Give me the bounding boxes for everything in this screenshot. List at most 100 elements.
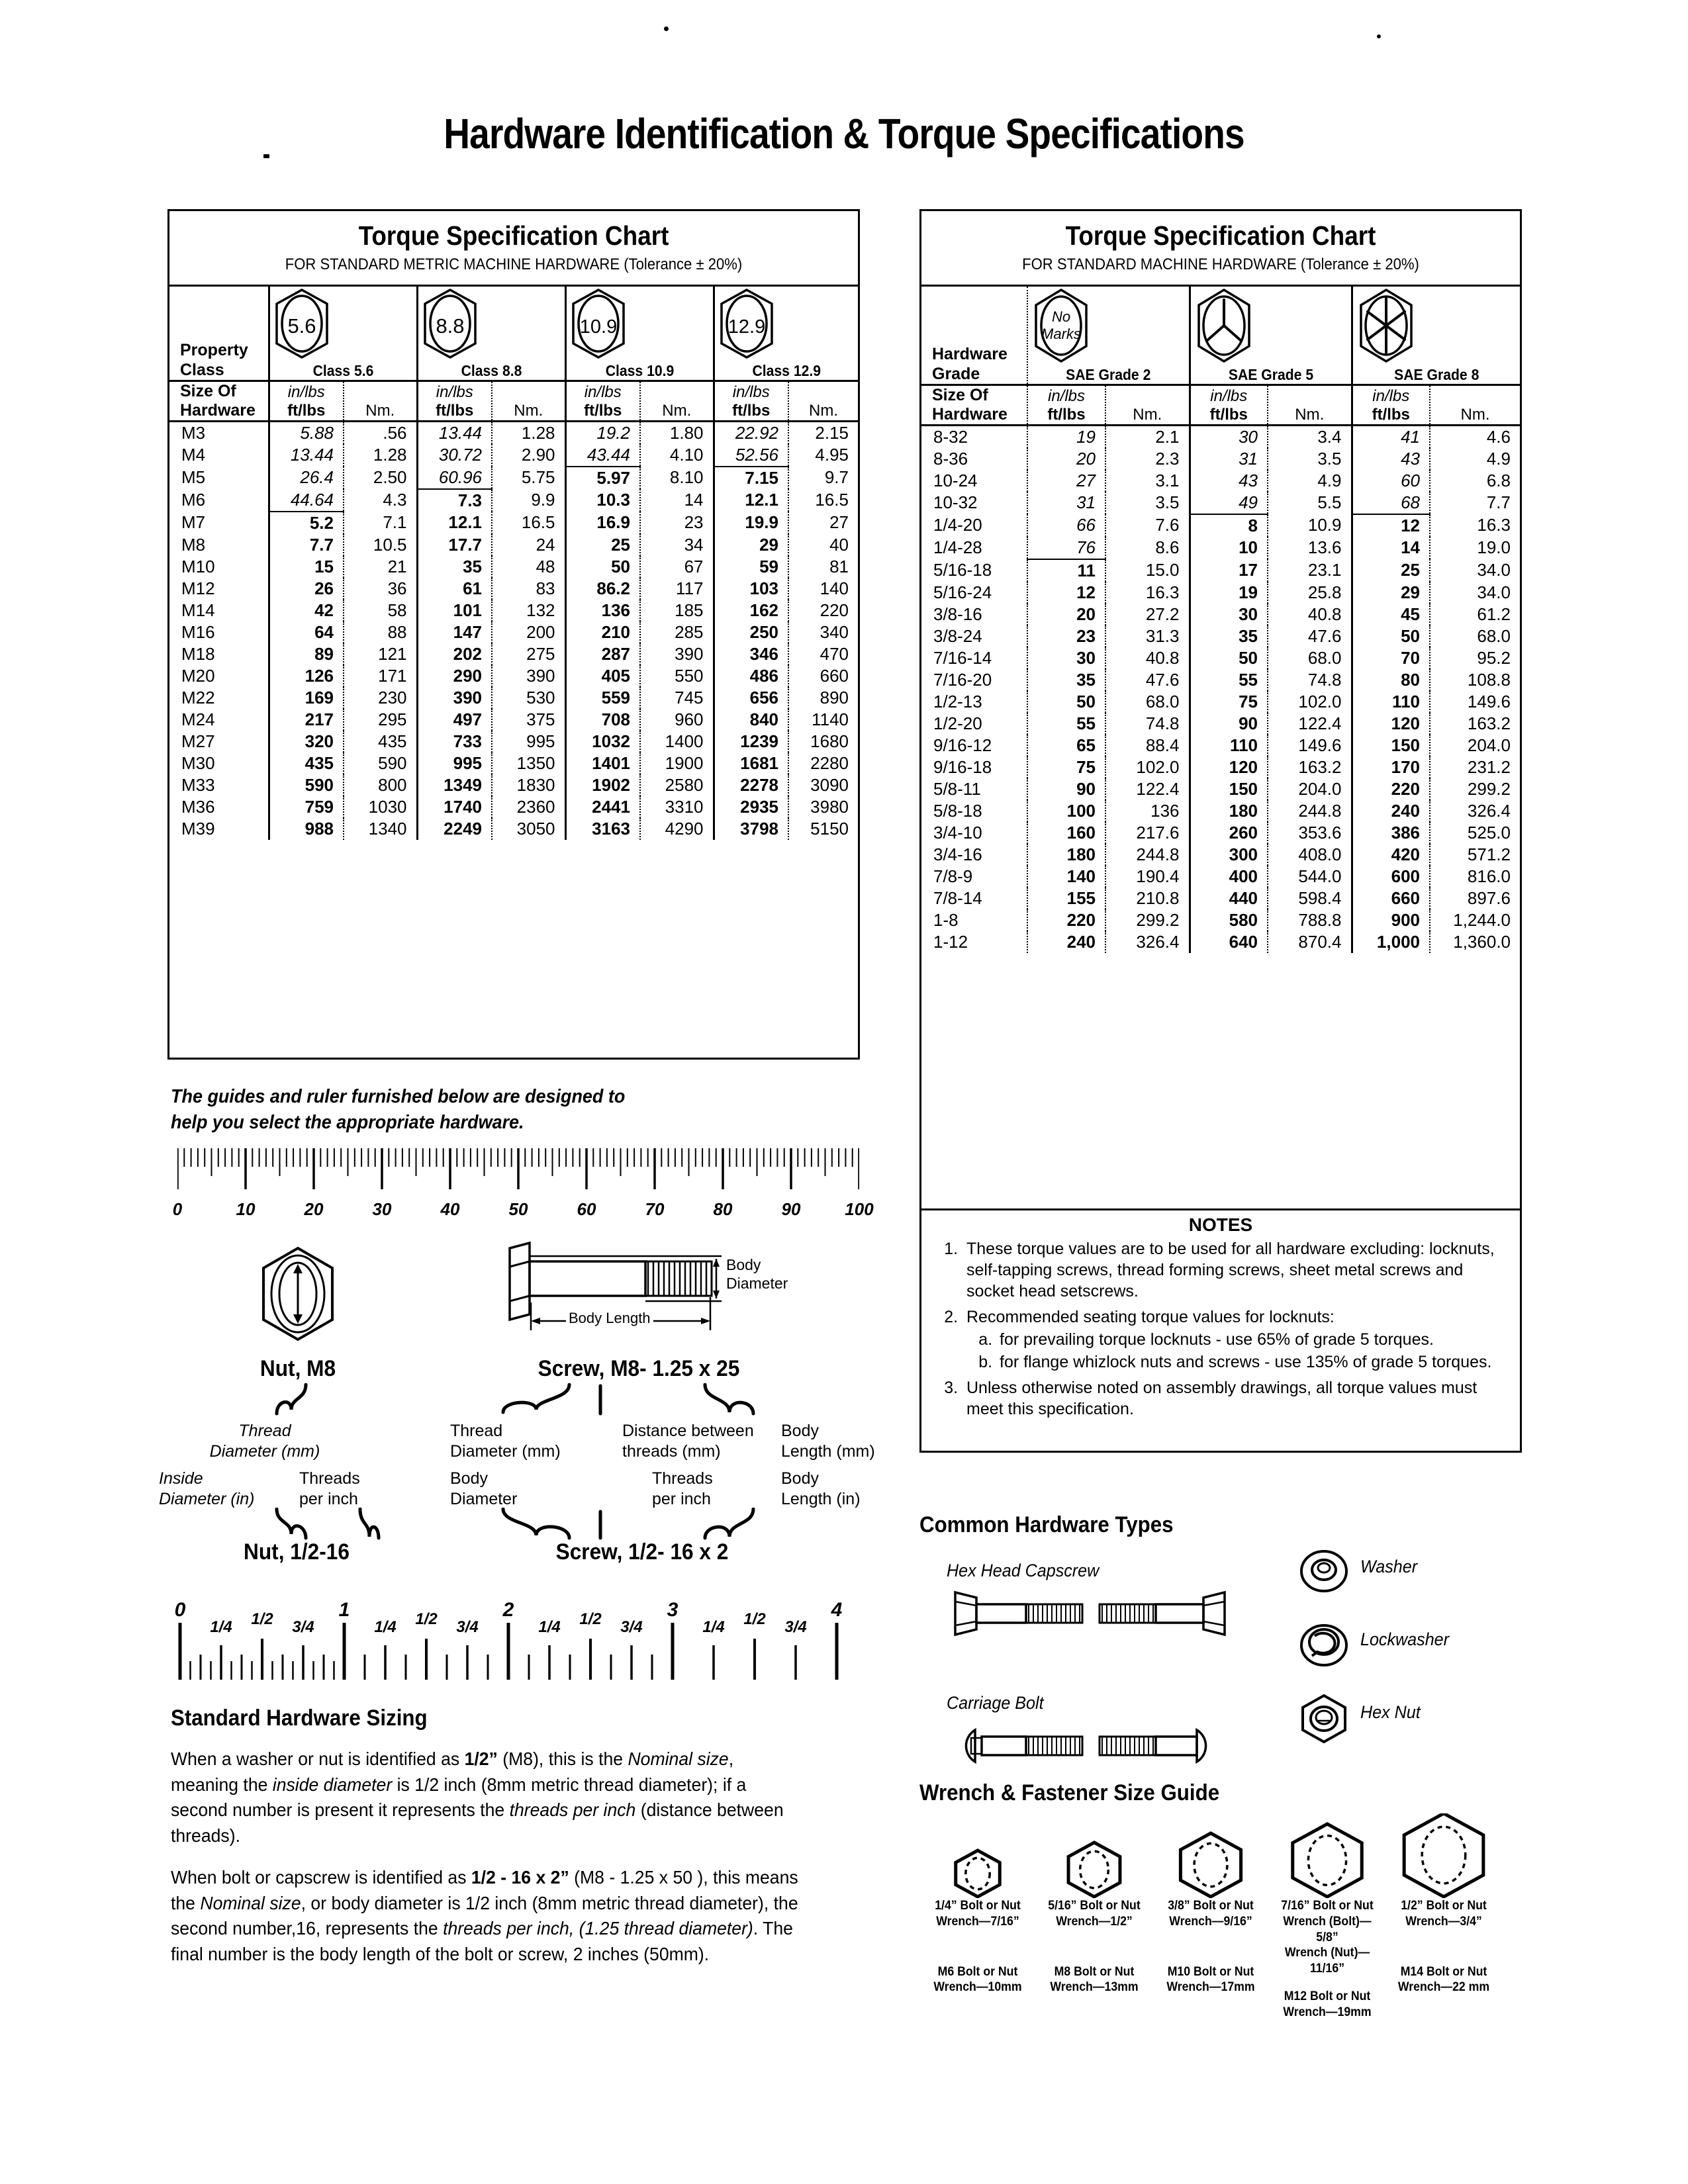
metric-chart-header: Torque Specification Chart FOR STANDARD …	[169, 211, 858, 287]
hex-fastener-icon	[1402, 1813, 1485, 1898]
sae-torque-value: 440	[1188, 887, 1268, 909]
mm-tick-label: 30	[372, 1199, 392, 1219]
metric-nm-value: 48	[491, 555, 565, 578]
sae-nm-value: 68.0	[1267, 647, 1352, 669]
sae-torque-value: 660	[1350, 887, 1430, 909]
metric-nm-value: 2580	[639, 774, 714, 796]
sae-torque-value: 19	[1027, 425, 1105, 448]
unit-col-g2-lbs: in/lbs ft/lbs	[1027, 385, 1105, 426]
mm-ruler-ticks	[177, 1148, 859, 1189]
sae-nm-value: 108.8	[1429, 668, 1520, 691]
metric-torque-value: 1740	[416, 796, 492, 818]
wrench-caption-line: M8 Bolt or Nut	[1054, 1964, 1135, 1979]
sae-size-cell: 10-24	[933, 470, 978, 490]
sae-torque-value: 55	[1027, 712, 1105, 735]
sae-size-cell: 1/4-20	[933, 515, 982, 535]
metric-nm-value: 24	[491, 533, 565, 556]
wrench-caption-line: Wrench (Bolt)—5/8”	[1283, 1914, 1372, 1944]
metric-nm-value: 1400	[639, 730, 714, 752]
metric-nm-value: 8.10	[639, 466, 714, 489]
unit-col-8-8-lbs: in/lbs ft/lbs	[416, 381, 492, 422]
sae-nm-value: 8.6	[1105, 536, 1190, 559]
wrench-caption-line: Wrench—19mm	[1283, 2005, 1372, 2019]
metric-nm-value: 230	[343, 686, 417, 709]
metric-torque-value: 1401	[564, 752, 640, 774]
metric-torque-value: 287	[564, 643, 640, 665]
hex-bolt-head-icon-8-8: 8.8	[423, 289, 477, 359]
metric-nm-value: 470	[788, 643, 858, 665]
table-row: 5/8-11 90 122.4 150 204.0 220 299.2	[921, 778, 1520, 800]
metric-nm-value: 1680	[788, 730, 858, 752]
wrench-metric-caption: M12 Bolt or Nut Wrench—19mm	[1273, 1989, 1382, 2021]
wrench-caption-line: 1/4” Bolt or Nut	[935, 1899, 1021, 1913]
grade-cell-8: SAE Grade 8	[1350, 287, 1520, 386]
metric-torque-value: 89	[267, 643, 344, 665]
nut-inside-dia-annotation: Inside Diameter (in)	[159, 1469, 255, 1508]
metric-nm-value: 5150	[788, 817, 858, 840]
hex-fastener-icon	[954, 1848, 1002, 1898]
unit-col-g2-nm: Nm.	[1105, 385, 1190, 426]
table-row: 3/4-10 160 217.6 260 353.6 386 525.0	[921, 821, 1520, 844]
notes-list: These torque values are to be used for a…	[921, 1238, 1520, 1431]
metric-size-cell: M18	[181, 643, 215, 664]
sae-nm-value: 16.3	[1429, 514, 1520, 537]
metric-torque-value: 25	[564, 533, 640, 556]
metric-torque-value: 5.88	[267, 421, 344, 444]
metric-nm-value: 375	[491, 708, 565, 731]
wrench-caption-line: 3/8” Bolt or Nut	[1168, 1899, 1254, 1913]
metric-torque-value: 202	[416, 643, 492, 665]
wrench-guide-heading: Wrench & Fastener Size Guide	[919, 1780, 1220, 1805]
metric-nm-value: 36	[343, 577, 417, 600]
sae-size-cell: 5/8-11	[933, 778, 981, 799]
metric-nm-value: 3050	[491, 817, 565, 840]
hex-fastener-icon	[1178, 1831, 1243, 1898]
metric-torque-value: 44.64	[267, 488, 344, 512]
sae-nm-value: 897.6	[1429, 887, 1520, 909]
hex-nut-label: Hex Nut	[1360, 1702, 1421, 1722]
unit-col-g5-nm: Nm.	[1267, 385, 1352, 426]
sae-size-cell: 5/16-24	[933, 582, 992, 602]
table-row: M20 126 171 290 390 405 550 486 660	[169, 664, 858, 687]
table-row: 8-32 19 2.1 30 3.4 41 4.6	[921, 425, 1520, 448]
mm-tick-label: 50	[508, 1199, 528, 1219]
metric-table-body: M3 5.88.56 13.44 1.28 19.2 1.80 22.92 2.15 M4 13.…	[169, 421, 858, 840]
metric-nm-value: 1030	[343, 796, 417, 818]
metric-torque-value: 12.1	[416, 511, 492, 534]
sae-nm-value: 149.6	[1267, 734, 1352, 756]
sae-size-cell: 1-12	[933, 931, 968, 952]
sae-torque-value: 150	[1188, 778, 1268, 800]
sae-size-cell: 10-32	[933, 492, 978, 512]
metric-torque-value: 35	[416, 555, 492, 578]
metric-size-cell: M16	[181, 621, 215, 642]
class-name-12-9: Class 12.9	[751, 362, 821, 379]
metric-torque-value: 3163	[564, 817, 640, 840]
sae-torque-value: 55	[1188, 668, 1268, 691]
metric-nm-value: 185	[639, 599, 714, 621]
table-row: 1/2-13 50 68.0 75 102.0 110 149.6	[921, 690, 1520, 713]
svg-text:5.6: 5.6	[287, 314, 316, 338]
metric-nm-value: 4.3	[343, 488, 417, 512]
table-row: M33 590 800 1349 1830 1902 2580 2278 3090	[169, 774, 858, 796]
metric-torque-value: 250	[712, 621, 788, 643]
unit-col-10-9-lbs: in/lbs ft/lbs	[564, 381, 640, 422]
metric-torque-value: 346	[712, 643, 788, 665]
metric-nm-value: 285	[639, 621, 714, 643]
sizing-paragraph-1: When a washer or nut is identified as 1/…	[171, 1747, 800, 1849]
screw-metric-caption: Screw, M8- 1.25 x 25	[538, 1356, 740, 1381]
paragraph-run: When a washer or nut is identified as	[171, 1749, 465, 1769]
mm-tick-label: 60	[577, 1199, 596, 1219]
metric-torque-value: 2249	[416, 817, 492, 840]
sae-torque-value: 900	[1350, 909, 1430, 931]
sae-torque-value: 65	[1027, 734, 1105, 756]
metric-nm-value: 132	[491, 599, 565, 621]
metric-size-cell: M24	[181, 709, 215, 729]
body-diameter-label: Body Diameter	[726, 1256, 788, 1292]
metric-nm-value: 2280	[788, 752, 858, 774]
sae-torque-value: 12	[1350, 514, 1430, 537]
note-item: Recommended seating torque values for lo…	[962, 1306, 1509, 1373]
table-row: M8 7.7 10.5 17.7 24 25 34 29 40	[169, 533, 858, 556]
wrench-caption-line: Wrench (Nut)—11/16”	[1284, 1946, 1370, 1976]
sae-size-cell: 7/8-9	[933, 866, 973, 886]
metric-torque-value: 840	[712, 708, 788, 731]
svg-text:4: 4	[831, 1599, 843, 1621]
